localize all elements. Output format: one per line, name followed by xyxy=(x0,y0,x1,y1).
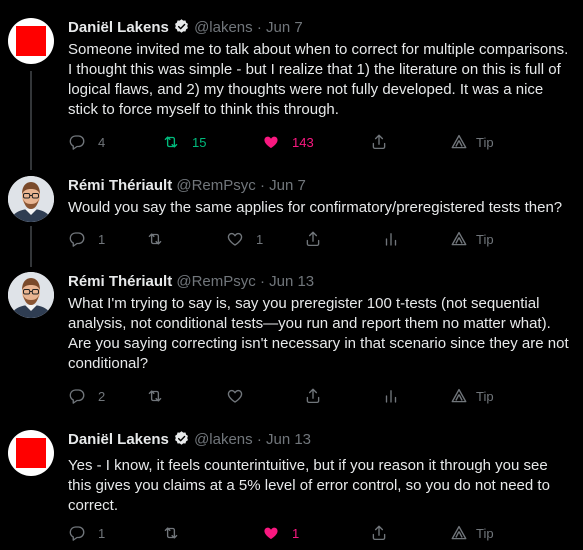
share-icon xyxy=(370,524,388,542)
profile-photo-icon xyxy=(8,272,54,318)
tweet-header: Rémi Thériault @RemPsyc · Jun 7 xyxy=(68,176,306,196)
tip-icon xyxy=(450,133,468,151)
tip-label: Tip xyxy=(476,231,494,247)
retweet-icon xyxy=(146,387,164,405)
tip-label: Tip xyxy=(476,134,494,150)
tip-button[interactable]: Tip xyxy=(450,229,494,249)
tweet-actions: 2 Tip xyxy=(68,386,578,406)
retweet-button[interactable] xyxy=(146,229,164,249)
like-button[interactable]: 1 xyxy=(262,523,299,543)
tip-icon xyxy=(450,230,468,248)
avatar[interactable] xyxy=(8,272,54,318)
author-name[interactable]: Daniël Lakens xyxy=(68,431,169,448)
profile-photo-icon xyxy=(8,176,54,222)
tip-label: Tip xyxy=(476,525,494,541)
tip-button[interactable]: Tip xyxy=(450,132,494,152)
like-button[interactable] xyxy=(226,386,244,406)
retweet-icon xyxy=(162,133,180,151)
avatar[interactable] xyxy=(8,430,54,476)
author-name[interactable]: Rémi Thériault xyxy=(68,177,172,194)
tweet-text: Someone invited me to talk about when to… xyxy=(68,41,569,118)
tip-icon xyxy=(450,387,468,405)
reply-button[interactable]: 1 xyxy=(68,523,105,543)
thread-connector-line xyxy=(30,226,32,267)
retweet-count: 15 xyxy=(192,134,207,150)
tweet-text: Yes - I know, it feels counterintuitive,… xyxy=(68,457,550,514)
tip-button[interactable]: Tip xyxy=(450,523,494,543)
share-icon xyxy=(304,387,322,405)
verified-badge-icon xyxy=(173,18,190,35)
tweet-actions: 1 1 Tip xyxy=(68,523,578,543)
analytics-icon xyxy=(382,387,400,405)
tweet-header: Rémi Thériault @RemPsyc · Jun 13 xyxy=(68,272,314,292)
tip-button[interactable]: Tip xyxy=(450,386,494,406)
retweet-button[interactable] xyxy=(162,523,180,543)
avatar[interactable] xyxy=(8,176,54,222)
like-count: 143 xyxy=(292,134,314,150)
avatar[interactable] xyxy=(8,18,54,64)
tweet-time[interactable]: · Jun 7 xyxy=(257,19,303,36)
share-icon xyxy=(304,230,322,248)
retweet-icon xyxy=(146,230,164,248)
author-handle[interactable]: @RemPsyc xyxy=(176,177,255,194)
author-handle[interactable]: @lakens xyxy=(194,19,253,36)
reply-button[interactable]: 4 xyxy=(68,132,105,152)
author-name[interactable]: Daniël Lakens xyxy=(68,19,169,36)
share-button[interactable] xyxy=(304,229,322,249)
reply-icon xyxy=(68,133,86,151)
reply-icon xyxy=(68,524,86,542)
retweet-button[interactable] xyxy=(146,386,164,406)
tweet-time[interactable]: · Jun 13 xyxy=(260,273,314,290)
like-button[interactable]: 143 xyxy=(262,132,314,152)
share-icon xyxy=(370,133,388,151)
heart-icon xyxy=(226,230,244,248)
share-button[interactable] xyxy=(370,523,388,543)
reply-count: 1 xyxy=(98,231,106,247)
tweet-text: What I'm trying to say is, say you prere… xyxy=(68,295,569,372)
author-handle[interactable]: @RemPsyc xyxy=(176,273,255,290)
analytics-icon xyxy=(382,230,400,248)
like-count: 1 xyxy=(292,525,300,541)
retweet-button[interactable]: 15 xyxy=(162,132,206,152)
share-button[interactable] xyxy=(370,132,388,152)
reply-button[interactable]: 1 xyxy=(68,229,105,249)
retweet-icon xyxy=(162,524,180,542)
thread-connector-line xyxy=(30,71,32,170)
share-button[interactable] xyxy=(304,386,322,406)
author-handle[interactable]: @lakens xyxy=(194,431,253,448)
tweet-time[interactable]: · Jun 13 xyxy=(257,431,311,448)
heart-filled-icon xyxy=(262,133,280,151)
tweet-actions: 4 15 143 Tip xyxy=(68,132,578,152)
like-count: 1 xyxy=(256,231,264,247)
tweet-time[interactable]: · Jun 7 xyxy=(260,177,306,194)
like-button[interactable]: 1 xyxy=(226,229,263,249)
tweet-text: Would you say the same applies for confi… xyxy=(68,199,563,216)
reply-icon xyxy=(68,230,86,248)
tweet-header: Daniël Lakens @lakens · Jun 13 xyxy=(68,430,311,450)
analytics-button[interactable] xyxy=(382,386,400,406)
reply-icon xyxy=(68,387,86,405)
tip-label: Tip xyxy=(476,388,494,404)
reply-count: 1 xyxy=(98,525,106,541)
reply-button[interactable]: 2 xyxy=(68,386,105,406)
heart-filled-icon xyxy=(262,524,280,542)
reply-count: 2 xyxy=(98,388,106,404)
heart-icon xyxy=(226,387,244,405)
verified-badge-icon xyxy=(173,430,190,447)
reply-count: 4 xyxy=(98,134,106,150)
author-name[interactable]: Rémi Thériault xyxy=(68,273,172,290)
tweet-actions: 1 1 Tip xyxy=(68,229,578,249)
tweet-header: Daniël Lakens @lakens · Jun 7 xyxy=(68,18,303,38)
tip-icon xyxy=(450,524,468,542)
analytics-button[interactable] xyxy=(382,229,400,249)
